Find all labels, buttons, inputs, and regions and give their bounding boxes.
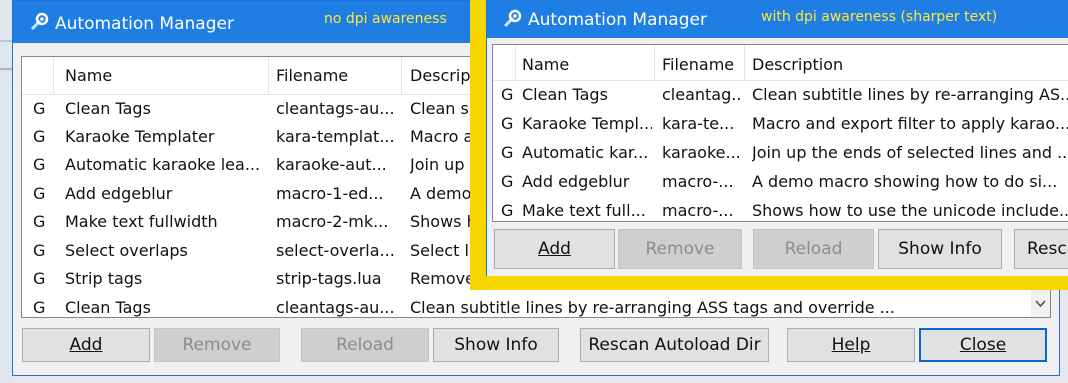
annotation-note: with dpi awareness (sharper text): [761, 9, 998, 25]
column-separator: [515, 45, 516, 81]
row-flag: G: [33, 298, 46, 317]
rescan-autoload-button[interactable]: Rescan Autoload Dir: [580, 328, 769, 362]
column-separator: [744, 45, 745, 81]
rescan-autoload-button-label: Resca: [1027, 239, 1068, 259]
remove-button-label: Remove: [645, 239, 715, 259]
automation-gear-icon: [501, 8, 523, 30]
row-name: Karaoke Templ...: [522, 114, 652, 133]
rescan-autoload-button[interactable]: Resca: [1014, 229, 1068, 269]
list-item[interactable]: G Automatic kar... karaoke... Join up th…: [493, 143, 1068, 171]
automation-manager-window-dpi-aware: Automation Manager with dpi awareness (s…: [486, 0, 1068, 276]
row-filename: cleantags-au...: [276, 298, 395, 317]
help-button-label: Help: [831, 335, 871, 355]
chevron-down-icon[interactable]: [1035, 293, 1046, 312]
column-header-name[interactable]: Name: [65, 66, 112, 85]
reload-button[interactable]: Reload: [301, 328, 429, 362]
reload-button-label: Reload: [336, 335, 394, 355]
automation-script-list[interactable]: Name Filename Description G Clean Tags c…: [492, 44, 1068, 222]
row-filename: macro-...: [662, 172, 734, 191]
title-bar[interactable]: Automation Manager with dpi awareness (s…: [487, 0, 1068, 38]
row-flag: G: [33, 241, 46, 260]
row-name: Clean Tags: [65, 298, 151, 317]
row-filename: karaoke...: [662, 143, 741, 162]
list-item[interactable]: G Add edgeblur macro-... A demo macro sh…: [493, 172, 1068, 200]
row-name: Automatic kar...: [522, 143, 649, 162]
add-button-label: Add: [538, 239, 571, 259]
row-filename: cleantags-au...: [276, 99, 395, 118]
window-title: Automation Manager: [55, 14, 234, 34]
row-name: Add edgeblur: [65, 184, 173, 203]
row-name: Strip tags: [65, 269, 143, 288]
annotation-note: no dpi awareness: [324, 11, 447, 27]
show-info-button-label: Show Info: [898, 239, 982, 259]
show-info-button-label: Show Info: [454, 335, 538, 355]
column-header-description[interactable]: Descript: [410, 66, 477, 85]
column-separator: [268, 57, 269, 95]
row-name: Make text fullwidth: [65, 212, 218, 231]
list-item[interactable]: G Clean Tags cleantag... Clean subtitle …: [493, 85, 1068, 113]
row-description: Shows how to use the unicode include...: [752, 201, 1068, 220]
row-flag: G: [33, 269, 46, 288]
column-header-name[interactable]: Name: [522, 55, 569, 74]
row-filename: cleantag...: [662, 85, 742, 104]
row-flag: G: [33, 155, 46, 174]
row-name: Clean Tags: [522, 85, 608, 104]
row-description: A demo macro showing how to do si...: [752, 172, 1058, 191]
row-flag: G: [33, 99, 46, 118]
column-header-description[interactable]: Description: [752, 55, 843, 74]
row-flag: G: [501, 85, 514, 104]
show-info-button[interactable]: Show Info: [878, 229, 1002, 269]
row-name: Karaoke Templater: [65, 127, 215, 146]
close-button[interactable]: Close: [919, 328, 1047, 362]
reload-button-label: Reload: [784, 239, 843, 259]
automation-gear-icon: [28, 11, 50, 33]
row-filename: macro-2-mk...: [276, 212, 389, 231]
column-separator: [53, 57, 54, 95]
row-name: Clean Tags: [65, 99, 151, 118]
row-flag: G: [33, 184, 46, 203]
reload-button[interactable]: Reload: [753, 229, 874, 269]
row-name: Select overlaps: [65, 241, 188, 260]
list-header: Name Filename Description: [493, 45, 1068, 81]
row-flag: G: [501, 172, 514, 191]
row-flag: G: [501, 201, 514, 220]
row-filename: kara-templat...: [276, 127, 395, 146]
row-name: Automatic karaoke lea...: [65, 155, 261, 174]
row-flag: G: [501, 114, 514, 133]
add-button-label: Add: [69, 335, 103, 355]
column-header-filename[interactable]: Filename: [662, 55, 734, 74]
row-name: Add edgeblur: [522, 172, 630, 191]
add-button[interactable]: Add: [22, 328, 150, 362]
close-button-label: Close: [959, 335, 1007, 355]
row-flag: G: [33, 127, 46, 146]
row-filename: macro-1-ed...: [276, 184, 384, 203]
add-button[interactable]: Add: [494, 229, 615, 269]
remove-button[interactable]: Remove: [618, 229, 742, 269]
row-description: Clean subtitle lines by re-arranging AS.…: [752, 85, 1068, 104]
remove-button-label: Remove: [182, 335, 252, 355]
column-header-filename[interactable]: Filename: [276, 66, 348, 85]
show-info-button[interactable]: Show Info: [433, 328, 559, 362]
column-separator: [401, 57, 402, 95]
row-filename: strip-tags.lua: [276, 269, 382, 288]
column-separator: [654, 45, 655, 81]
window-title: Automation Manager: [528, 10, 707, 30]
row-filename: macro-...: [662, 201, 734, 220]
row-description: Join up the ends of selected lines and .…: [752, 143, 1068, 162]
row-flag: G: [33, 212, 46, 231]
list-item[interactable]: G Make text full... macro-... Shows how …: [493, 201, 1068, 221]
list-item[interactable]: G Clean Tags cleantags-au... Clean subti…: [22, 298, 1050, 317]
row-name: Make text full...: [522, 201, 646, 220]
row-description: Macro and export filter to apply karao..…: [752, 114, 1068, 133]
remove-button[interactable]: Remove: [154, 328, 280, 362]
help-button[interactable]: Help: [787, 328, 915, 362]
rescan-autoload-button-label: Rescan Autoload Dir: [588, 335, 761, 355]
row-filename: select-overla...: [276, 241, 395, 260]
row-flag: G: [501, 143, 514, 162]
row-filename: karaoke-aut...: [276, 155, 387, 174]
row-filename: kara-te...: [662, 114, 735, 133]
list-item[interactable]: G Karaoke Templ... kara-te... Macro and …: [493, 114, 1068, 142]
row-description: Clean subtitle lines by re-arranging ASS…: [410, 298, 895, 317]
